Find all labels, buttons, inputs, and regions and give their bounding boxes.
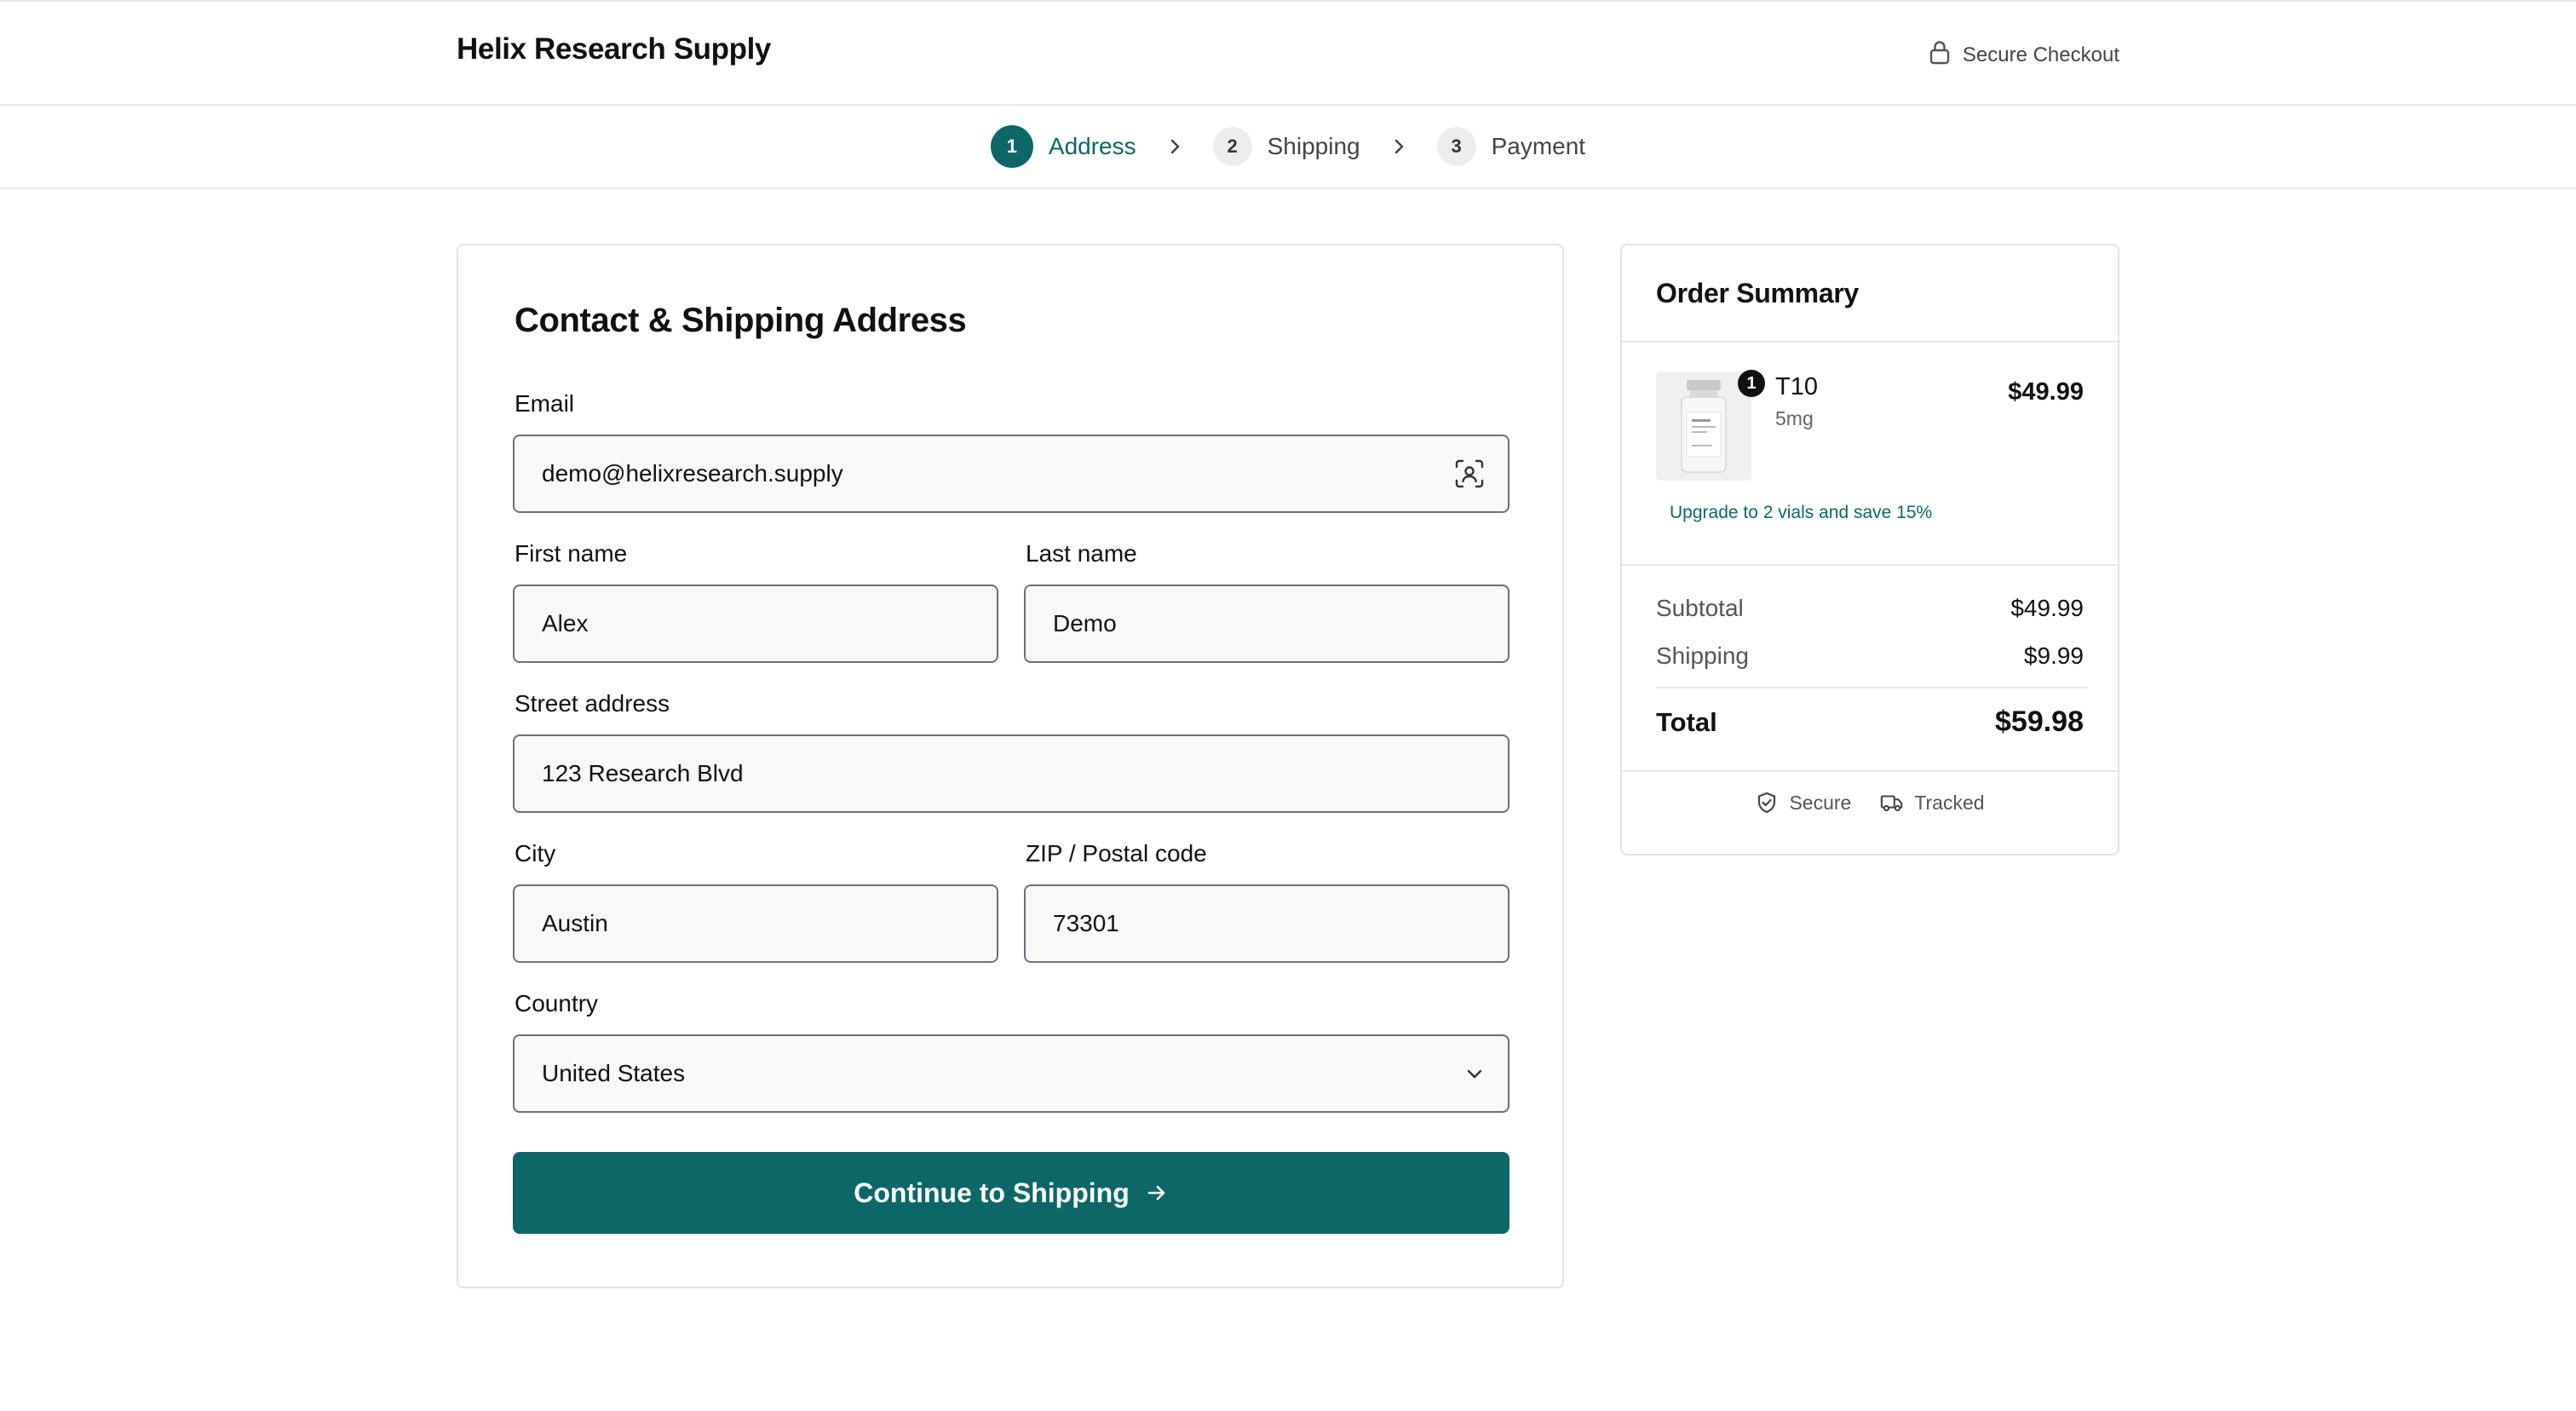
arrow-right-icon — [1145, 1181, 1169, 1205]
step-shipping[interactable]: 2 Shipping — [1212, 127, 1360, 166]
shipping-row: Shipping $9.99 — [1656, 642, 2084, 670]
continue-button-label: Continue to Shipping — [854, 1177, 1130, 1208]
secure-badge-label: Secure — [1789, 791, 1852, 814]
first-name-label: First name — [515, 540, 628, 567]
step-number: 1 — [990, 125, 1033, 168]
first-name-value: Alex — [542, 610, 589, 636]
total-value: $59.98 — [1995, 706, 2084, 738]
product-price: $49.99 — [2008, 378, 2084, 406]
divider — [1656, 687, 2087, 688]
shipping-value: $9.99 — [2023, 642, 2084, 669]
chevron-down-icon — [1463, 1063, 1486, 1085]
tracked-badge: Tracked — [1880, 791, 1985, 815]
last-name-field[interactable]: Demo — [1024, 585, 1509, 663]
subtotal-value: $49.99 — [2010, 595, 2084, 621]
divider — [1622, 770, 2118, 772]
step-label: Shipping — [1267, 133, 1360, 159]
zip-value: 73301 — [1053, 910, 1119, 936]
last-name-label: Last name — [1026, 540, 1137, 567]
secure-badge: Secure — [1755, 791, 1851, 815]
step-payment[interactable]: 3 Payment — [1436, 127, 1586, 166]
lock-icon — [1929, 39, 1951, 71]
email-field[interactable]: demo@helixresearch.supply — [513, 435, 1509, 513]
shipping-label: Shipping — [1656, 642, 1749, 669]
tracked-badge-label: Tracked — [1914, 791, 1985, 814]
brand-name[interactable]: Helix Research Supply — [457, 32, 771, 66]
zip-label: ZIP / Postal code — [1026, 840, 1207, 867]
country-select[interactable]: United States — [513, 1034, 1509, 1113]
product-name: T10 — [1775, 373, 1818, 400]
step-number: 3 — [1436, 127, 1476, 166]
city-field[interactable]: Austin — [513, 884, 998, 963]
country-value: United States — [542, 1060, 686, 1086]
email-value: demo@helixresearch.supply — [542, 460, 843, 487]
street-label: Street address — [515, 690, 670, 717]
secure-checkout-indicator: Secure Checkout — [1929, 39, 2119, 71]
subtotal-row: Subtotal $49.99 — [1656, 595, 2084, 622]
street-address-field[interactable]: 123 Research Blvd — [513, 734, 1509, 813]
country-label: Country — [515, 990, 599, 1016]
step-label: Payment — [1491, 133, 1586, 159]
chevron-right-icon — [1389, 137, 1408, 156]
order-summary-title: Order Summary — [1656, 278, 1859, 308]
last-name-value: Demo — [1053, 610, 1117, 636]
city-value: Austin — [542, 910, 608, 936]
trust-badges: Secure Tracked — [1622, 791, 2118, 815]
product-variant: 5mg — [1775, 407, 1814, 429]
chevron-right-icon — [1165, 137, 1184, 156]
contact-card-icon[interactable] — [1453, 458, 1486, 490]
total-label: Total — [1656, 706, 1717, 737]
checkout-steps: 1 Address 2 Shipping 3 Payment — [0, 106, 2576, 189]
order-summary-card: Order Summary 1 T10 5mg $49.99 Upgrade t… — [1620, 244, 2119, 855]
first-name-field[interactable]: Alex — [513, 585, 998, 663]
city-label: City — [515, 840, 556, 867]
subtotal-label: Subtotal — [1656, 595, 1744, 621]
step-address[interactable]: 1 Address — [990, 125, 1136, 168]
quantity-badge: 1 — [1738, 370, 1765, 397]
street-value: 123 Research Blvd — [542, 760, 744, 786]
step-number: 2 — [1212, 127, 1252, 166]
total-row: Total $59.98 — [1656, 706, 2084, 739]
site-header: Helix Research Supply Secure Checkout — [0, 2, 2576, 106]
form-title: Contact & Shipping Address — [515, 302, 967, 339]
product-image — [1656, 371, 1751, 481]
address-form-card: Contact & Shipping Address Email demo@he… — [457, 244, 1564, 1288]
divider — [1622, 564, 2118, 566]
secure-checkout-label: Secure Checkout — [1962, 43, 2119, 66]
shield-check-icon — [1755, 791, 1779, 815]
divider — [1622, 341, 2118, 343]
step-label: Address — [1048, 133, 1136, 159]
truck-icon — [1880, 791, 1904, 815]
upsell-link[interactable]: Upgrade to 2 vials and save 15% — [1670, 503, 1932, 523]
zip-field[interactable]: 73301 — [1024, 884, 1509, 963]
email-label: Email — [515, 390, 575, 417]
continue-to-shipping-button[interactable]: Continue to Shipping — [513, 1152, 1509, 1234]
